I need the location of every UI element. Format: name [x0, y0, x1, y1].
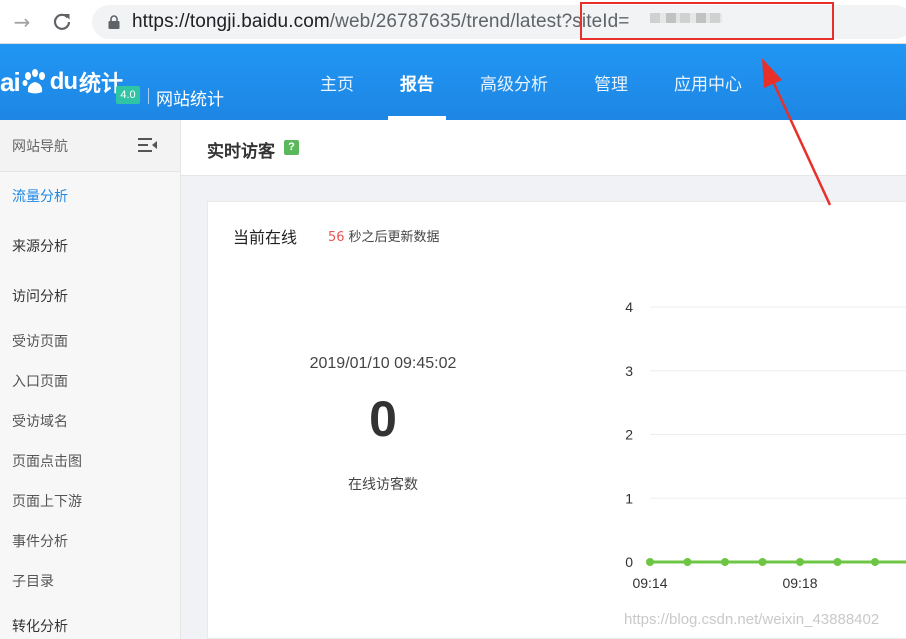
data-point[interactable] [796, 558, 804, 566]
nav-advanced-analysis[interactable]: 高级分析 [460, 44, 568, 120]
watermark: https://blog.csdn.net/weixin_43888402 [624, 611, 880, 628]
sidebar-item-source-analysis[interactable]: 来源分析 [0, 236, 180, 256]
sidebar-item-conversion-analysis[interactable]: 转化分析 [0, 616, 180, 636]
sidebar-header: 网站导航 [0, 120, 180, 172]
sidebar-item-entry-pages[interactable]: 入口页面 [0, 371, 180, 391]
countdown-suffix: 秒之后更新数据 [348, 230, 440, 245]
paw-icon [22, 69, 45, 94]
sidebar: 网站导航 流量分析 来源分析 访问分析 受访页面 入口页面 受访域名 页面点击图… [0, 120, 181, 639]
screenshot-root: → https://tongji.baidu.com/web/26787635/… [0, 0, 906, 639]
online-visitor-label: 在线访客数 [348, 477, 418, 493]
url-highlight-box [580, 2, 834, 40]
countdown-seconds: 56 [328, 230, 345, 245]
sidebar-item-page-flow[interactable]: 页面上下游 [0, 491, 180, 511]
data-point[interactable] [871, 558, 879, 566]
y-tick-label: 2 [625, 427, 633, 443]
sidebar-item-traffic-analysis[interactable]: 流量分析 [0, 186, 180, 206]
current-timestamp: 2019/01/10 09:45:02 [309, 355, 457, 372]
y-tick-label: 4 [625, 299, 633, 315]
sidebar-item-event-analysis[interactable]: 事件分析 [0, 531, 180, 551]
data-point[interactable] [721, 558, 729, 566]
x-tick-label: 09:18 [782, 575, 817, 591]
page-title: 实时访客 [207, 142, 275, 162]
sidebar-title: 网站导航 [12, 139, 68, 155]
data-point[interactable] [683, 558, 692, 566]
baidu-tongji-logo[interactable]: ai du 统计 [0, 62, 123, 102]
data-point[interactable] [758, 558, 767, 566]
y-tick-label: 0 [625, 554, 633, 570]
collapse-sidebar-icon[interactable] [138, 137, 158, 153]
nav-management[interactable]: 管理 [574, 44, 648, 120]
url-text: https://tongji.baidu.com/web/26787635/tr… [132, 11, 630, 32]
nav-home[interactable]: 主页 [300, 44, 374, 120]
sidebar-item-visit-analysis[interactable]: 访问分析 [0, 286, 180, 306]
site-name: 网站统计 [156, 90, 224, 110]
browser-toolbar: → https://tongji.baidu.com/web/26787635/… [0, 0, 906, 44]
logo-text: du [49, 68, 78, 95]
main-nav: 主页 报告 高级分析 管理 应用中心 [300, 44, 768, 120]
online-now-title: 当前在线 [233, 228, 298, 247]
refresh-countdown: 56 秒之后更新数据 [328, 226, 440, 245]
help-icon[interactable]: ? [284, 140, 299, 155]
nav-reports[interactable]: 报告 [380, 44, 454, 120]
sidebar-item-click-map[interactable]: 页面点击图 [0, 451, 180, 471]
sidebar-item-visited-pages[interactable]: 受访页面 [0, 331, 180, 351]
reload-icon[interactable] [48, 8, 76, 36]
data-point[interactable] [646, 558, 654, 566]
logo-text: ai [0, 66, 21, 97]
lock-icon [108, 15, 120, 29]
version-badge: 4.0 [116, 86, 140, 104]
online-visitor-count: 0 [369, 391, 397, 447]
forward-icon[interactable]: → [8, 8, 36, 36]
sidebar-item-visited-domains[interactable]: 受访域名 [0, 411, 180, 431]
y-tick-label: 3 [625, 363, 633, 379]
sidebar-item-subdirectory[interactable]: 子目录 [0, 571, 180, 591]
x-tick-label: 09:14 [632, 575, 667, 591]
data-point[interactable] [833, 558, 842, 566]
visitor-trend-chart: 4 3 2 1 0 09:14 09:18 [625, 299, 906, 591]
annotation-arrow [762, 58, 832, 206]
y-tick-label: 1 [625, 490, 633, 506]
header-divider [148, 88, 149, 104]
